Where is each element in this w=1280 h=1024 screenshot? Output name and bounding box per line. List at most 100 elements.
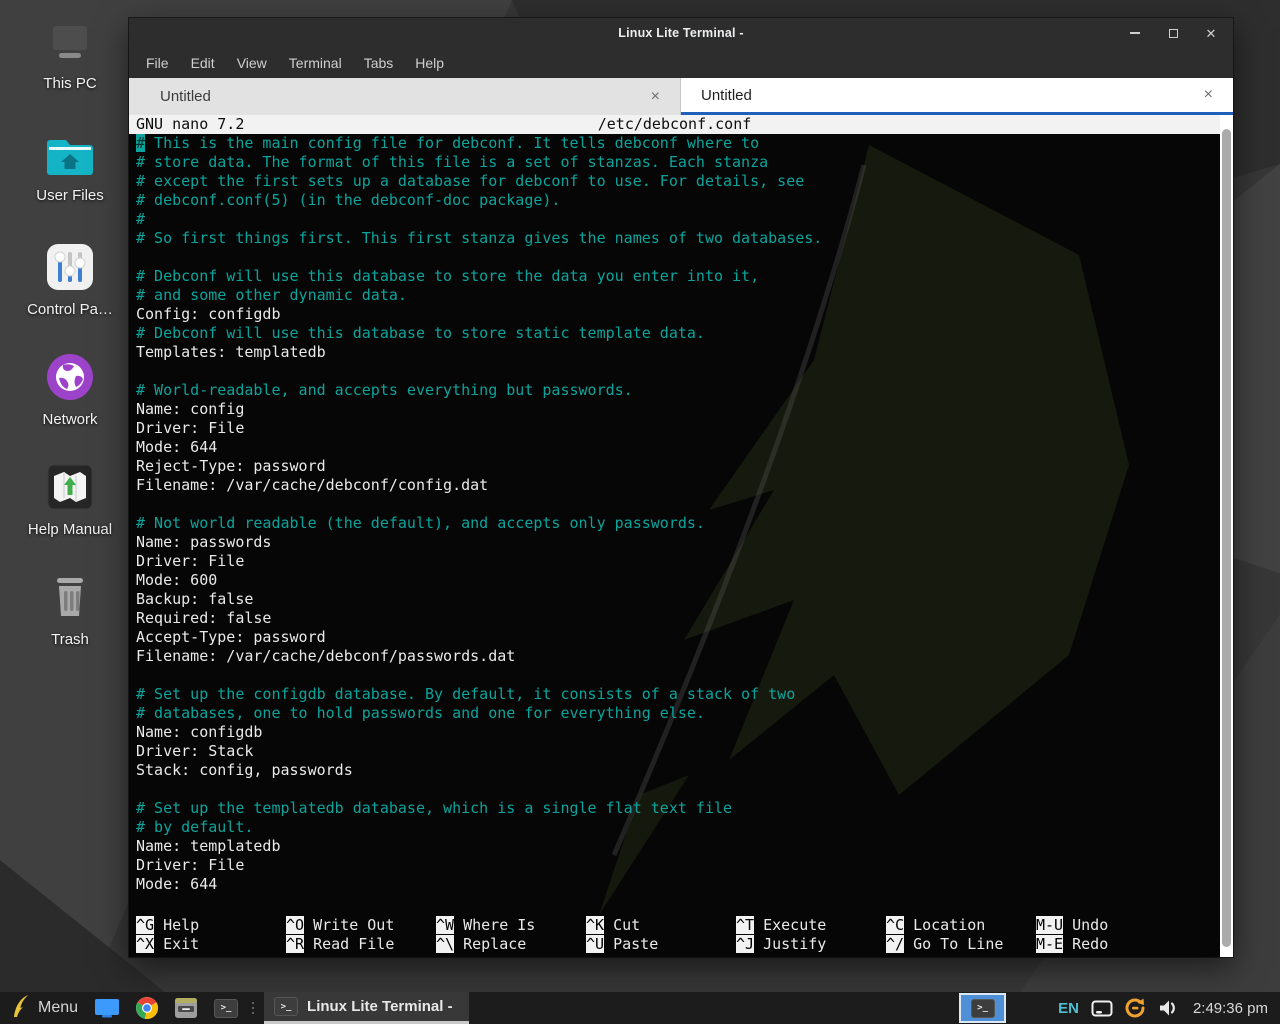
trash-icon <box>45 572 95 622</box>
menu-item-view[interactable]: View <box>237 55 267 71</box>
terminal-line: Required: false <box>136 609 1220 628</box>
window-titlebar[interactable]: Linux Lite Terminal - ✕ <box>129 18 1233 48</box>
tab-close-icon[interactable]: × <box>1204 87 1213 103</box>
clock[interactable]: 2:49:36 pm <box>1193 1000 1268 1017</box>
nano-shortcut-replace: ^\ Replace <box>436 935 586 954</box>
shortcut-key: ^T <box>736 916 754 934</box>
tab-bar: Untitled × Untitled × <box>129 78 1233 115</box>
menu-item-help[interactable]: Help <box>415 55 444 71</box>
desktop-icon-label: This PC <box>43 75 96 92</box>
terminal-line: # World-readable, and accepts everything… <box>136 381 1220 400</box>
sliders-icon <box>45 242 95 292</box>
nano-title-bar: GNU nano 7.2 /etc/debconf.conf <box>129 115 1220 134</box>
shortcut-key: ^R <box>286 935 304 953</box>
tab-untitled-2[interactable]: Untitled × <box>681 78 1233 115</box>
laptop-icon <box>42 22 98 66</box>
terminal-line: Templates: templatedb <box>136 343 1220 362</box>
desktop-icon-label: Trash <box>51 631 89 648</box>
keyboard-layout-indicator[interactable]: EN <box>1058 1000 1079 1017</box>
tab-label: Untitled <box>160 88 211 105</box>
terminal-line: # store data. The format of this file is… <box>136 153 1220 172</box>
nano-shortcut-undo: M-U Undo <box>1036 916 1108 935</box>
nano-shortcut-read-file: ^R Read File <box>286 935 436 954</box>
nano-shortcut-justify: ^J Justify <box>736 935 886 954</box>
desktop-icon-user-files[interactable]: User Files <box>10 132 130 242</box>
desktop-icon-label: Network <box>42 411 97 428</box>
terminal-line: Mode: 644 <box>136 438 1220 457</box>
nano-shortcut-cut: ^K Cut <box>586 916 736 935</box>
minimize-button[interactable] <box>1127 25 1143 41</box>
chrome-browser-icon[interactable] <box>136 997 158 1019</box>
maximize-button[interactable] <box>1165 25 1181 41</box>
desktop-icon-label: Control Pa… <box>27 301 113 318</box>
volume-tray-icon[interactable] <box>1157 998 1179 1018</box>
desktop-icon-this-pc[interactable]: This PC <box>10 22 130 132</box>
desktop-icon-help-manual[interactable]: Help Manual <box>10 462 130 572</box>
terminal-line: # Not world readable (the default), and … <box>136 514 1220 533</box>
terminal-line: # debconf.conf(5) (in the debconf-doc pa… <box>136 191 1220 210</box>
scrollbar-thumb[interactable] <box>1222 129 1231 947</box>
home-folder-icon <box>42 132 98 178</box>
terminal-line: Name: config <box>136 400 1220 419</box>
shortcut-key: ^C <box>886 916 904 934</box>
terminal-line <box>136 362 1220 381</box>
menu-item-file[interactable]: File <box>146 55 169 71</box>
desktop-icon-trash[interactable]: Trash <box>10 572 130 682</box>
shortcut-key: ^K <box>586 916 604 934</box>
tab-label: Untitled <box>701 87 752 104</box>
shortcut-key: ^\ <box>436 935 454 953</box>
shortcut-key: ^X <box>136 935 154 953</box>
window-title: Linux Lite Terminal - <box>618 26 744 40</box>
tab-close-icon[interactable]: × <box>651 89 660 105</box>
nano-shortcut-execute: ^T Execute <box>736 916 886 935</box>
terminal-scrollbar[interactable] <box>1220 115 1233 957</box>
terminal-line: # This is the main config file for debco… <box>136 134 1220 153</box>
close-button[interactable]: ✕ <box>1203 25 1219 41</box>
manual-map-icon <box>45 462 95 512</box>
linux-lite-logo-icon[interactable] <box>12 994 30 1023</box>
terminal-line: Name: passwords <box>136 533 1220 552</box>
terminal-line: # except the first sets up a database fo… <box>136 172 1220 191</box>
menu-item-tabs[interactable]: Tabs <box>364 55 394 71</box>
desktop-icon-label: User Files <box>36 187 104 204</box>
terminal-line <box>136 495 1220 514</box>
menu-button[interactable]: Menu <box>38 999 78 1017</box>
file-manager-icon[interactable] <box>174 997 198 1019</box>
terminal-line: # Debconf will use this database to stor… <box>136 324 1220 343</box>
nano-shortcut-bar: ^G Help^O Write Out^W Where Is^K Cut^T E… <box>136 916 1220 954</box>
globe-icon <box>45 352 95 402</box>
shortcut-key: ^U <box>586 935 604 953</box>
nano-shortcut-go-to-line: ^/ Go To Line <box>886 935 1036 954</box>
nano-shortcut-paste: ^U Paste <box>586 935 736 954</box>
terminal-line: Driver: Stack <box>136 742 1220 761</box>
shortcut-key: ^G <box>136 916 154 934</box>
desktop-icon-network[interactable]: Network <box>10 352 130 462</box>
shortcut-key: ^J <box>736 935 754 953</box>
terminal-launcher-icon[interactable]: >_ <box>214 999 238 1018</box>
terminal-line: Reject-Type: password <box>136 457 1220 476</box>
menu-item-terminal[interactable]: Terminal <box>289 55 342 71</box>
desktop-icon-control-panel[interactable]: Control Pa… <box>10 242 130 352</box>
terminal-line: Filename: /var/cache/debconf/passwords.d… <box>136 647 1220 666</box>
tab-untitled-1[interactable]: Untitled × <box>129 78 681 115</box>
taskbar-window-button[interactable]: >_ Linux Lite Terminal - <box>264 992 469 1024</box>
menu-item-edit[interactable]: Edit <box>191 55 215 71</box>
terminal-line: Mode: 600 <box>136 571 1220 590</box>
terminal-line: Filename: /var/cache/debconf/config.dat <box>136 476 1220 495</box>
terminal-line: Driver: File <box>136 856 1220 875</box>
tray-terminal-focus[interactable]: >_ <box>959 993 1006 1023</box>
terminal-icon: >_ <box>274 997 298 1016</box>
updates-tray-icon[interactable] <box>1124 997 1146 1019</box>
show-desktop-icon[interactable] <box>94 998 120 1018</box>
nano-shortcut-write-out: ^O Write Out <box>286 916 436 935</box>
nano-shortcut-help: ^G Help <box>136 916 286 935</box>
panel-handle[interactable] <box>252 1002 254 1014</box>
terminal-line: Driver: File <box>136 419 1220 438</box>
nano-shortcut-exit: ^X Exit <box>136 935 286 954</box>
nano-shortcut-location: ^C Location <box>886 916 1036 935</box>
terminal-line <box>136 666 1220 685</box>
terminal-line: Config: configdb <box>136 305 1220 324</box>
display-tray-icon[interactable] <box>1091 1000 1113 1017</box>
terminal-screen[interactable]: GNU nano 7.2 /etc/debconf.conf # This is… <box>129 115 1233 957</box>
terminal-line: # Set up the configdb database. By defau… <box>136 685 1220 704</box>
